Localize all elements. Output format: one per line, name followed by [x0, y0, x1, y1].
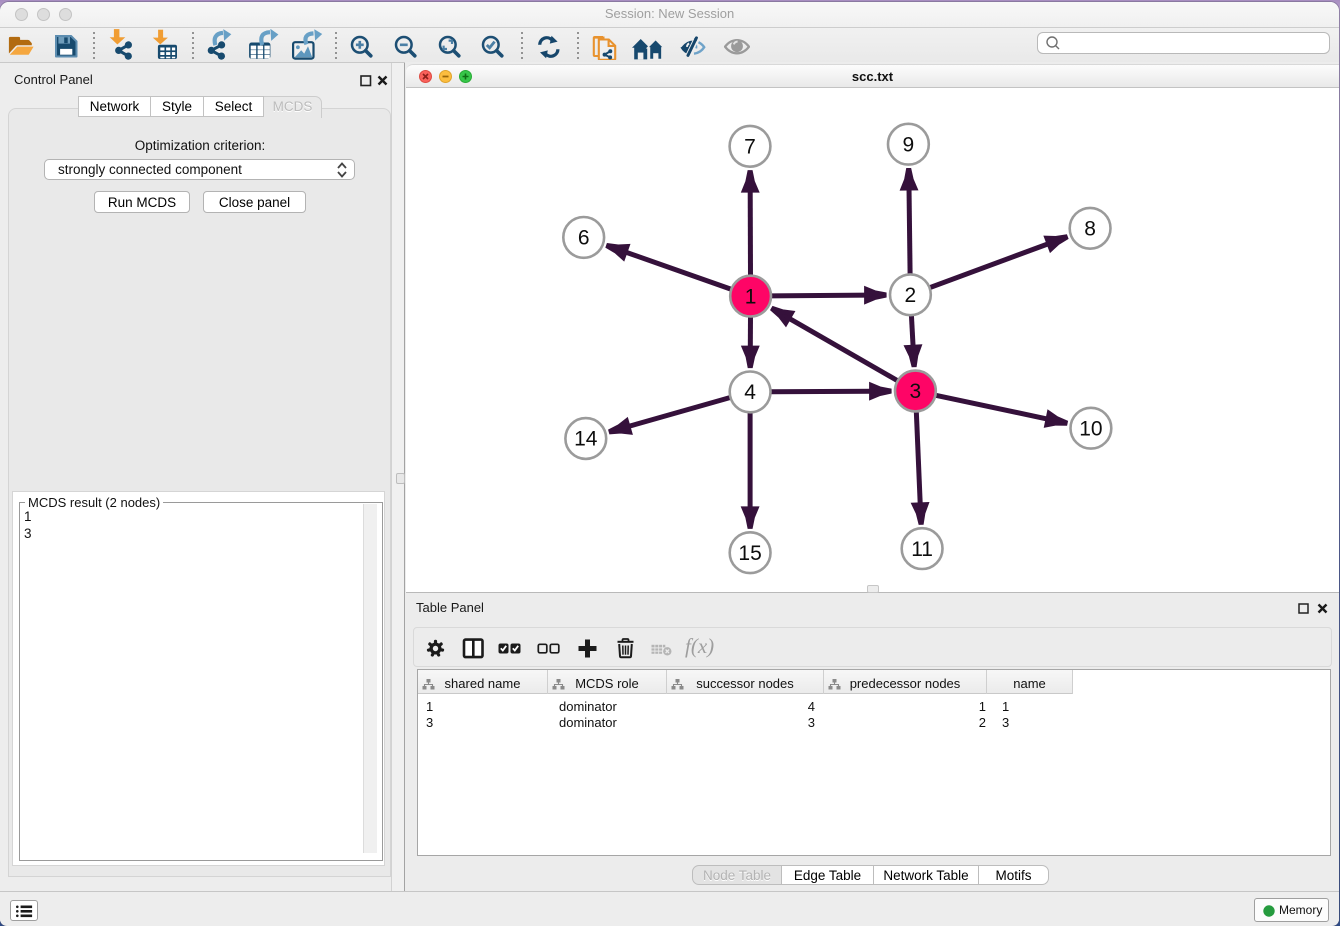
svg-text:2: 2 — [905, 284, 917, 307]
svg-text:1: 1 — [745, 285, 757, 308]
svg-text:8: 8 — [1084, 218, 1096, 241]
svg-text:15: 15 — [738, 542, 761, 565]
svg-text:9: 9 — [903, 133, 915, 156]
svg-text:3: 3 — [910, 380, 922, 403]
svg-text:10: 10 — [1079, 417, 1102, 440]
svg-text:4: 4 — [744, 381, 756, 404]
svg-text:14: 14 — [574, 428, 598, 451]
svg-text:11: 11 — [911, 538, 933, 561]
svg-text:6: 6 — [578, 227, 590, 250]
svg-text:7: 7 — [744, 136, 756, 159]
